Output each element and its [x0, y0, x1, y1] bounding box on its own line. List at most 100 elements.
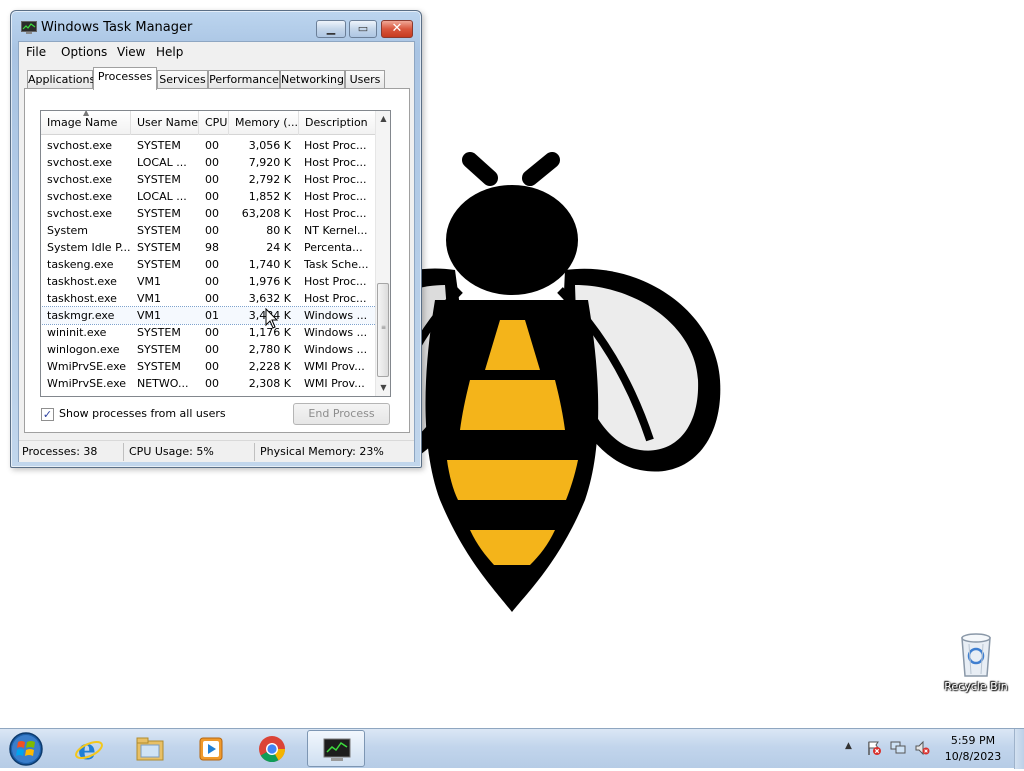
tab-networking[interactable]: Networking: [280, 70, 345, 89]
system-clock[interactable]: 5:59 PM 10/8/2023: [938, 733, 1008, 765]
close-icon: ✕: [391, 21, 403, 36]
table-row[interactable]: taskeng.exe SYSTEM 00 1,740 K Task Sche...: [41, 256, 376, 273]
cell-description: Task Sche...: [304, 258, 369, 271]
minimize-button[interactable]: ▁: [316, 20, 346, 38]
taskbar-chrome[interactable]: [243, 730, 301, 767]
table-row[interactable]: WmiPrvSE.exe NETWO... 00 2,308 K WMI Prov...: [41, 375, 376, 392]
cell-image-name: taskmgr.exe: [47, 309, 115, 322]
menu-help[interactable]: Help: [156, 45, 183, 59]
process-list[interactable]: ▲ Image Name User Name CPU Memory (... D…: [40, 110, 391, 397]
cell-cpu: 00: [205, 377, 219, 390]
cell-user-name: SYSTEM: [137, 326, 181, 339]
chrome-icon: [259, 736, 286, 763]
column-image-name[interactable]: ▲ Image Name: [41, 111, 131, 135]
recycle-bin-shortcut[interactable]: Recycle Bin: [940, 630, 1012, 693]
cell-user-name: SYSTEM: [137, 258, 181, 271]
volume-muted-icon[interactable]: [914, 740, 930, 756]
cell-description: Host Proc...: [304, 173, 367, 186]
cell-memory: 1,976 K: [248, 275, 291, 288]
table-row[interactable]: svchost.exe SYSTEM 00 2,792 K Host Proc...: [41, 171, 376, 188]
recycle-bin-label: Recycle Bin: [944, 680, 1008, 693]
table-row[interactable]: System SYSTEM 00 80 K NT Kernel...: [41, 222, 376, 239]
table-row[interactable]: svchost.exe LOCAL ... 00 7,920 K Host Proc..…: [41, 154, 376, 171]
title-bar[interactable]: Windows Task Manager ▁ ▭ ✕: [11, 11, 421, 41]
cell-description: Windows ...: [304, 343, 368, 356]
cell-user-name: SYSTEM: [137, 173, 181, 186]
cell-description: Host Proc...: [304, 207, 367, 220]
cell-memory: 63,208 K: [241, 207, 291, 220]
table-row[interactable]: svchost.exe SYSTEM 00 63,208 K Host Proc...: [41, 205, 376, 222]
media-player-icon: [199, 737, 223, 761]
scroll-down-icon[interactable]: ▼: [376, 380, 390, 396]
table-row[interactable]: taskmgr.exe VM1 01 3,484 K Windows ...: [41, 306, 377, 325]
task-manager-window[interactable]: Windows Task Manager ▁ ▭ ✕ File Options …: [10, 10, 422, 468]
column-cpu[interactable]: CPU: [199, 111, 229, 135]
mouse-cursor-icon: [265, 308, 279, 329]
table-row[interactable]: svchost.exe LOCAL ... 00 1,852 K Host Proc..…: [41, 188, 376, 205]
cell-memory: 2,308 K: [248, 377, 291, 390]
menu-view[interactable]: View: [117, 45, 145, 59]
cell-description: Windows ...: [304, 309, 368, 322]
table-row[interactable]: WmiPrvSE.exe SYSTEM 00 2,228 K WMI Prov...: [41, 358, 376, 375]
cell-image-name: taskeng.exe: [47, 258, 114, 271]
cell-image-name: taskhost.exe: [47, 292, 117, 305]
cell-image-name: svchost.exe: [47, 173, 113, 186]
cell-memory: 3,056 K: [248, 139, 291, 152]
scroll-up-icon[interactable]: ▲: [376, 111, 390, 127]
table-row[interactable]: taskhost.exe VM1 00 3,632 K Host Proc...: [41, 290, 376, 307]
table-row[interactable]: System Idle P... SYSTEM 98 24 K Percenta...: [41, 239, 376, 256]
show-all-users-label: Show processes from all users: [59, 407, 226, 420]
column-memory[interactable]: Memory (...: [229, 111, 299, 135]
cell-memory: 2,792 K: [248, 173, 291, 186]
taskbar-internet-explorer[interactable]: e: [60, 730, 118, 767]
end-process-button[interactable]: End Process: [293, 403, 390, 425]
network-icon[interactable]: [890, 740, 906, 756]
close-button[interactable]: ✕: [381, 20, 413, 38]
cell-cpu: 00: [205, 207, 219, 220]
cell-image-name: System: [47, 224, 89, 237]
cell-memory: 3,632 K: [248, 292, 291, 305]
cell-description: Host Proc...: [304, 156, 367, 169]
start-button[interactable]: [6, 730, 46, 768]
cell-user-name: SYSTEM: [137, 360, 181, 373]
table-row[interactable]: svchost.exe SYSTEM 00 3,056 K Host Proc...: [41, 137, 376, 154]
cell-image-name: svchost.exe: [47, 139, 113, 152]
taskbar-task-manager[interactable]: [307, 730, 365, 767]
maximize-button[interactable]: ▭: [349, 20, 377, 38]
table-row[interactable]: wininit.exe SYSTEM 00 1,176 K Windows ...: [41, 324, 376, 341]
tab-processes[interactable]: Processes: [93, 67, 157, 90]
scroll-thumb[interactable]: ≡: [377, 283, 389, 377]
cell-user-name: VM1: [137, 292, 162, 305]
minimize-icon: ▁: [326, 22, 336, 35]
tab-performance[interactable]: Performance: [208, 70, 280, 89]
window-title: Windows Task Manager: [41, 20, 193, 35]
cell-memory: 7,920 K: [248, 156, 291, 169]
tab-users[interactable]: Users: [345, 70, 385, 89]
tab-applications[interactable]: Applications: [27, 70, 95, 89]
cell-user-name: NETWO...: [137, 377, 189, 390]
taskbar-windows-explorer[interactable]: [121, 730, 179, 767]
task-manager-icon: [21, 21, 37, 34]
status-bar: Processes: 38 CPU Usage: 5% Physical Mem…: [19, 440, 414, 462]
window-client: File Options View Help Applications Proc…: [18, 41, 415, 462]
show-all-users-checkbox[interactable]: ✓: [41, 408, 54, 421]
show-desktop-button[interactable]: [1014, 729, 1024, 769]
tab-strip: Applications Processes Services Performa…: [19, 67, 414, 90]
taskbar-media-player[interactable]: [182, 730, 240, 767]
cell-cpu: 98: [205, 241, 219, 254]
menu-options[interactable]: Options: [61, 45, 107, 59]
table-row[interactable]: winlogon.exe SYSTEM 00 2,780 K Windows ...: [41, 341, 376, 358]
menu-file[interactable]: File: [26, 45, 46, 59]
table-row[interactable]: taskhost.exe VM1 00 1,976 K Host Proc...: [41, 273, 376, 290]
cell-cpu: 00: [205, 139, 219, 152]
column-description[interactable]: Description: [299, 111, 376, 135]
column-user-name[interactable]: User Name: [131, 111, 199, 135]
cell-cpu: 00: [205, 360, 219, 373]
cell-description: NT Kernel...: [304, 224, 368, 237]
vertical-scrollbar[interactable]: ▲ ≡ ▼: [375, 111, 390, 396]
cell-cpu: 00: [205, 173, 219, 186]
cell-cpu: 01: [205, 309, 219, 322]
tab-services[interactable]: Services: [157, 70, 208, 89]
show-hidden-icons-icon[interactable]: ▲: [845, 741, 852, 751]
action-center-icon[interactable]: [866, 740, 882, 756]
